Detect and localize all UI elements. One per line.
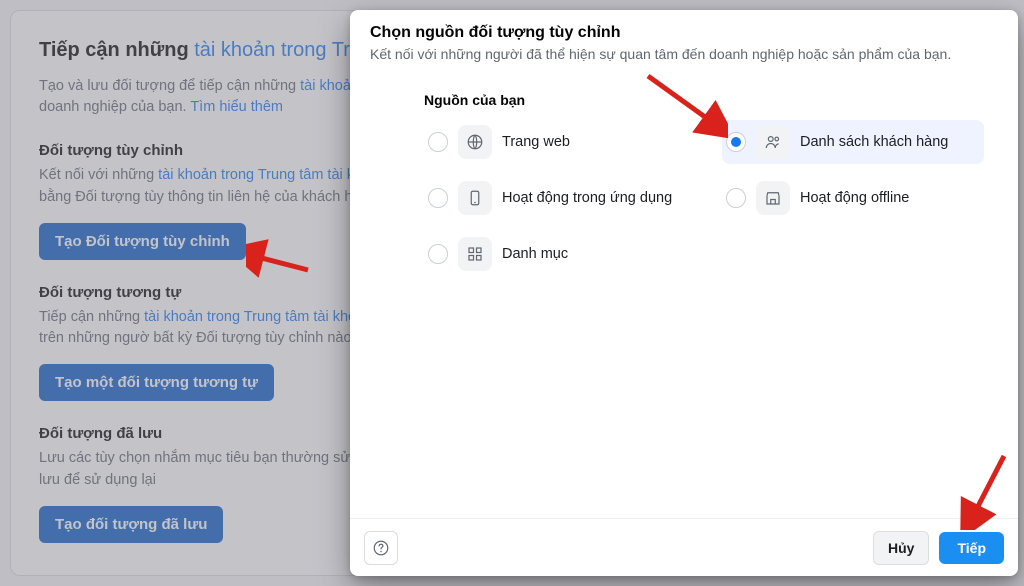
source-label: Danh sách khách hàng (800, 134, 948, 150)
modal-title: Chọn nguồn đối tượng tùy chỉnh (370, 24, 998, 42)
radio-icon (428, 132, 448, 152)
store-icon (756, 181, 790, 215)
radio-icon (726, 188, 746, 208)
globe-icon (458, 125, 492, 159)
source-group-label: Nguồn của bạn (424, 92, 984, 108)
source-option-website[interactable]: Trang web (424, 120, 686, 164)
source-label: Danh mục (502, 246, 568, 262)
phone-icon (458, 181, 492, 215)
source-option-customer-list[interactable]: Danh sách khách hàng (722, 120, 984, 164)
custom-audience-source-modal: Chọn nguồn đối tượng tùy chỉnh Kết nối v… (350, 10, 1018, 576)
source-option-offline-activity[interactable]: Hoạt động offline (722, 176, 984, 220)
source-label: Trang web (502, 134, 570, 150)
radio-icon (726, 132, 746, 152)
grid-icon (458, 237, 492, 271)
source-option-app-activity[interactable]: Hoạt động trong ứng dụng (424, 176, 686, 220)
modal-footer: Hủy Tiếp (350, 518, 1018, 576)
users-icon (756, 125, 790, 159)
source-option-catalog[interactable]: Danh mục (424, 232, 686, 276)
source-label: Hoạt động offline (800, 190, 909, 206)
radio-icon (428, 244, 448, 264)
help-button[interactable] (364, 531, 398, 565)
cancel-button[interactable]: Hủy (873, 531, 929, 565)
radio-icon (428, 188, 448, 208)
source-grid: Trang web Danh sách khách hàng Hoạt động… (424, 120, 984, 276)
modal-header: Chọn nguồn đối tượng tùy chỉnh Kết nối v… (350, 10, 1018, 68)
source-label: Hoạt động trong ứng dụng (502, 190, 672, 206)
next-button[interactable]: Tiếp (939, 532, 1004, 564)
modal-subtitle: Kết nối với những người đã thể hiện sự q… (370, 46, 998, 62)
help-icon (372, 539, 390, 557)
modal-body: Nguồn của bạn Trang web Danh sách khách … (350, 68, 1018, 518)
